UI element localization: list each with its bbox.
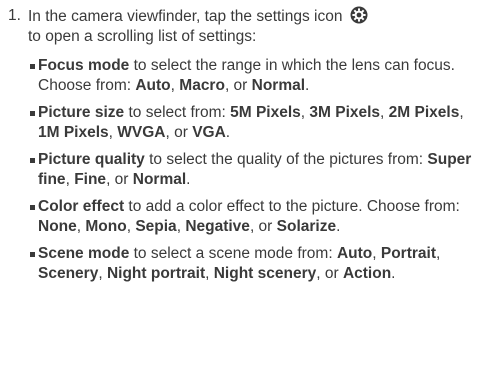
bullet-bold-text: Solarize: [276, 218, 337, 235]
bullet-text: .: [336, 218, 341, 235]
bullet-text: , or: [316, 265, 343, 282]
bullet-text: .: [391, 265, 396, 282]
bullet-text: ,: [65, 171, 75, 188]
bullet-bold-text: Focus mode: [38, 57, 130, 74]
bullet-bold-text: 1M Pixels: [38, 124, 109, 141]
bullet-text: , or: [165, 124, 193, 141]
bullet-bold-text: Scenery: [38, 265, 99, 282]
step-text-after-icon: to open a scrolling list of settings:: [28, 28, 257, 45]
bullet-text: .: [305, 77, 310, 94]
settings-icon: [350, 6, 368, 24]
step-number: 1.: [8, 7, 21, 24]
bullet-item: Scene mode to select a scene mode from: …: [30, 244, 480, 284]
bullet-item: Focus mode to select the range in which …: [30, 56, 480, 96]
bullet-item: Picture quality to select the quality of…: [30, 150, 480, 190]
bullet-text: , or: [106, 171, 133, 188]
bullet-bold-text: Picture quality: [38, 151, 145, 168]
bullet-bold-text: WVGA: [117, 124, 166, 141]
bullet-text: to add a color effect to the picture. Ch…: [124, 198, 460, 215]
instruction-step: 1. In the camera viewfinder, tap the set…: [8, 6, 478, 47]
bullet-bold-text: 2M Pixels: [388, 104, 460, 121]
bullet-text: , or: [249, 218, 277, 235]
bullet-text: .: [225, 124, 231, 141]
bullet-bold-text: Portrait: [380, 245, 436, 262]
bullet-bold-text: Night scenery: [213, 265, 317, 282]
bullet-bold-text: None: [38, 218, 77, 235]
bullet-bold-text: VGA: [192, 124, 226, 141]
bullet-bold-text: Action: [342, 265, 392, 282]
bullet-bold-text: Scene mode: [38, 245, 130, 262]
bullet-marker: [30, 158, 35, 163]
bullet-text: ,: [170, 77, 180, 94]
bullet-text: .: [186, 171, 191, 188]
bullet-text: ,: [380, 104, 389, 121]
bullet-bold-text: Normal: [251, 77, 306, 94]
bullet-item: Picture size to select from: 5M Pixels , …: [30, 103, 480, 143]
bullet-text: ,: [459, 104, 464, 121]
bullet-bold-text: Sepia: [135, 218, 177, 235]
bullet-text: , or: [224, 77, 252, 94]
bullet-marker: [30, 252, 35, 257]
bullet-bold-text: Auto: [336, 245, 373, 262]
bullet-bold-text: Mono: [85, 218, 127, 235]
bullet-bold-text: Fine: [74, 171, 107, 188]
settings-bullet-list: Focus mode to select the range in which …: [30, 56, 480, 291]
bullet-text: to select the quality of the pictures fr…: [144, 151, 428, 168]
step-text: In the camera viewfinder, tap the settin…: [28, 6, 478, 47]
bullet-bold-text: Normal: [132, 171, 187, 188]
instruction-page: 1. In the camera viewfinder, tap the set…: [0, 0, 483, 373]
bullet-bold-text: Macro: [179, 77, 225, 94]
bullet-item: Color effect to add a color effect to th…: [30, 197, 480, 237]
bullet-marker: [30, 64, 35, 69]
bullet-bold-text: Color effect: [38, 198, 125, 215]
bullet-bold-text: Auto: [135, 77, 171, 94]
bullet-text: ,: [108, 124, 118, 141]
bullet-bold-text: 3M Pixels: [309, 104, 381, 121]
bullet-bold-text: 5M Pixels: [230, 104, 301, 121]
bullet-bold-text: Picture size: [38, 104, 125, 121]
step-text-before-icon: In the camera viewfinder, tap the settin…: [28, 8, 343, 25]
bullet-text: ,: [205, 265, 214, 282]
bullet-text: ,: [372, 245, 381, 262]
bullet-marker: [30, 111, 35, 116]
bullet-text: to select from:: [124, 104, 231, 121]
bullet-bold-text: Negative: [185, 218, 250, 235]
bullet-text: to select a scene mode from:: [129, 245, 337, 262]
bullet-text: ,: [98, 265, 107, 282]
bullet-text: ,: [435, 245, 441, 262]
bullet-bold-text: Night portrait: [106, 265, 206, 282]
bullet-marker: [30, 205, 35, 210]
